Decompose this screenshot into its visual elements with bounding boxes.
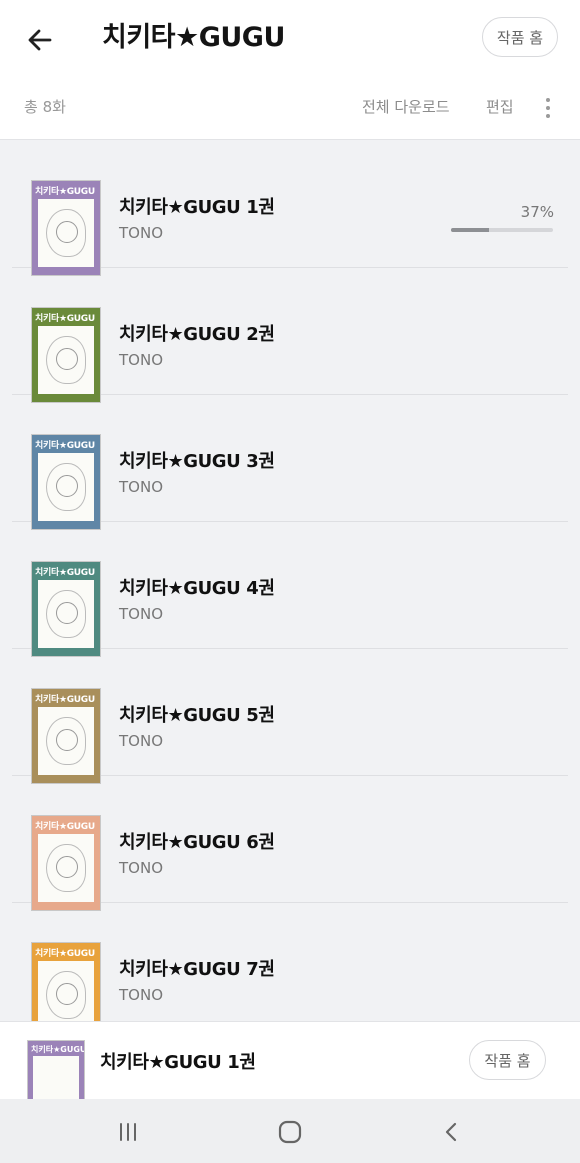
chevron-left-icon <box>445 1122 457 1142</box>
more-options-icon[interactable] <box>539 96 557 120</box>
page-title: 치키타★GUGU <box>102 22 285 53</box>
cover-title-text: 치키타★GUGU <box>35 441 95 451</box>
cover-illustration <box>38 580 94 648</box>
episode-title: 치키타★GUGU 3권 <box>119 451 275 472</box>
episode-author: TONO <box>119 605 163 623</box>
episode-title: 치키타★GUGU 4권 <box>119 578 275 599</box>
episode-row[interactable]: 치키타★GUGU 치키타★GUGU 6권 TONO <box>12 776 568 911</box>
episode-title: 치키타★GUGU 1권 <box>119 197 275 218</box>
episode-row[interactable]: 치키타★GUGU 치키타★GUGU 5권 TONO <box>12 649 568 784</box>
episode-row[interactable]: 치키타★GUGU 치키타★GUGU 3권 TONO <box>12 395 568 530</box>
episode-row[interactable]: 치키타★GUGU 치키타★GUGU 2권 TONO <box>12 268 568 403</box>
episode-cover: 치키타★GUGU <box>31 434 101 530</box>
cover-illustration <box>38 834 94 902</box>
cover-illustration <box>38 453 94 521</box>
now-reading-cover: 치키타★GUGU <box>27 1040 85 1100</box>
home-icon <box>278 1120 302 1144</box>
cover-title-text: 치키타★GUGU <box>35 822 95 832</box>
more-dot <box>546 114 550 118</box>
cover-title-text: 치키타★GUGU <box>35 949 95 959</box>
cover-title-text: 치키타★GUGU <box>35 568 95 578</box>
episode-row[interactable]: 치키타★GUGU 치키타★GUGU 7권 TONO <box>12 903 568 1021</box>
reading-progress-bar <box>451 228 553 232</box>
episode-count: 총 8화 <box>24 98 66 116</box>
reading-progress-fill <box>451 228 489 232</box>
cover-sketch-line <box>56 602 78 624</box>
episode-title: 치키타★GUGU 5권 <box>119 705 275 726</box>
episode-cover: 치키타★GUGU <box>31 942 101 1021</box>
cover-illustration <box>38 707 94 775</box>
episode-title: 치키타★GUGU 2권 <box>119 324 275 345</box>
now-reading-home-button[interactable]: 작품 홈 <box>469 1040 546 1080</box>
download-all-button[interactable]: 전체 다운로드 <box>362 96 450 117</box>
more-dot <box>546 106 550 110</box>
cover-title-text: 치키타★GUGU <box>35 695 95 705</box>
episode-cover: 치키타★GUGU <box>31 307 101 403</box>
reading-progress-label: 37% <box>520 203 554 221</box>
episode-row[interactable]: 치키타★GUGU 치키타★GUGU 4권 TONO <box>12 522 568 657</box>
top-app-bar: 치키타★GUGU 작품 홈 총 8화 전체 다운로드 편집 <box>0 0 580 140</box>
cover-sketch-line <box>56 729 78 751</box>
episode-cover: 치키타★GUGU <box>31 688 101 784</box>
cover-illustration <box>33 1056 79 1099</box>
cover-illustration <box>38 326 94 394</box>
now-reading-bar[interactable]: 치키타★GUGU 치키타★GUGU 1권 작품 홈 <box>0 1021 580 1100</box>
back-button[interactable] <box>22 22 58 58</box>
episode-cover: 치키타★GUGU <box>31 815 101 911</box>
arrow-left-icon <box>28 29 52 51</box>
episode-author: TONO <box>119 859 163 877</box>
series-home-button[interactable]: 작품 홈 <box>482 17 558 57</box>
edit-button[interactable]: 편집 <box>486 96 514 117</box>
cover-title-text: 치키타★GUGU <box>35 314 95 324</box>
cover-sketch-line <box>56 856 78 878</box>
episode-row[interactable]: 치키타★GUGU 치키타★GUGU 1권 TONO 37% <box>12 141 568 276</box>
episode-list: 치키타★GUGU 치키타★GUGU 1권 TONO 37% 치키타★GUGU 치키타★GU… <box>0 141 580 1021</box>
cover-title-text: 치키타★GUGU <box>35 187 95 197</box>
episode-author: TONO <box>119 351 163 369</box>
episode-title: 치키타★GUGU 7권 <box>119 959 275 980</box>
system-nav-bar <box>0 1099 580 1163</box>
episode-author: TONO <box>119 224 163 242</box>
cover-title-text: 치키타★GUGU <box>31 1045 85 1054</box>
episode-author: TONO <box>119 732 163 750</box>
cover-sketch-line <box>56 475 78 497</box>
episode-author: TONO <box>119 986 163 1004</box>
episode-author: TONO <box>119 478 163 496</box>
cover-sketch-line <box>56 221 78 243</box>
recent-apps-icon <box>120 1123 136 1141</box>
home-button[interactable] <box>275 1117 305 1147</box>
cover-sketch-line <box>56 983 78 1005</box>
episode-title: 치키타★GUGU 6권 <box>119 832 275 853</box>
cover-sketch-line <box>56 348 78 370</box>
episode-cover: 치키타★GUGU <box>31 180 101 276</box>
now-reading-title: 치키타★GUGU 1권 <box>100 1052 256 1073</box>
nav-back-button[interactable] <box>437 1117 467 1147</box>
more-dot <box>546 98 550 102</box>
cover-illustration <box>38 961 94 1021</box>
recent-apps-button[interactable] <box>113 1117 143 1147</box>
episode-cover: 치키타★GUGU <box>31 561 101 657</box>
cover-illustration <box>38 199 94 267</box>
